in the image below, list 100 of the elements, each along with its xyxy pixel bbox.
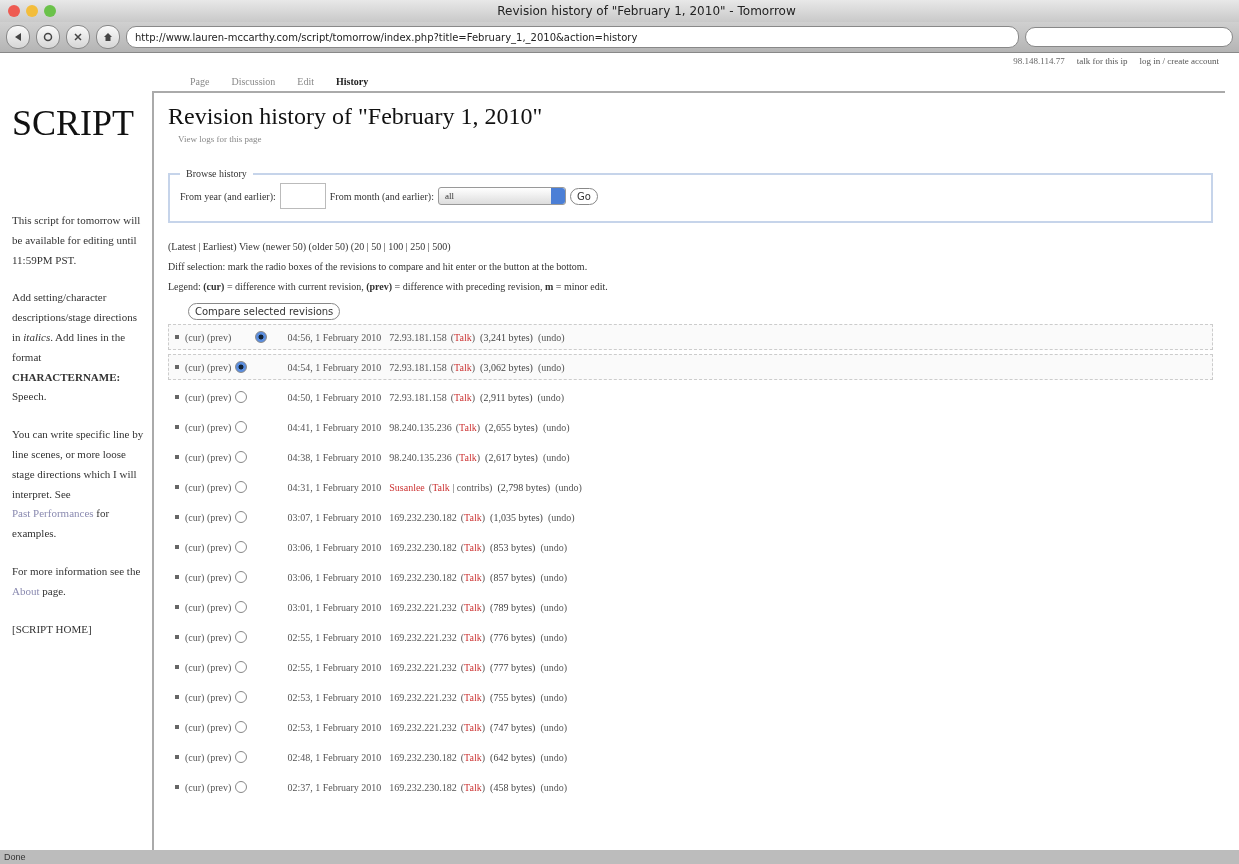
reload-button[interactable] — [36, 25, 60, 49]
user-tool-links[interactable]: (Talk | contribs) — [428, 481, 493, 493]
revision-time[interactable]: 04:41, 1 February 2010 — [287, 421, 382, 433]
revision-radio[interactable] — [235, 691, 248, 703]
prev-link[interactable]: (prev) — [206, 781, 232, 793]
cur-link[interactable]: (cur) — [185, 631, 205, 643]
revision-radio[interactable] — [255, 331, 268, 343]
prev-link[interactable]: (prev) — [206, 361, 232, 373]
undo-link[interactable]: (undo) — [537, 331, 565, 343]
revision-time[interactable]: 02:48, 1 February 2010 — [287, 751, 382, 763]
revision-time[interactable]: 02:53, 1 February 2010 — [287, 691, 382, 703]
user-name[interactable]: 169.232.221.232 — [389, 721, 457, 733]
prev-link[interactable]: (prev) — [206, 541, 232, 553]
page-tab[interactable]: Page — [190, 76, 210, 87]
cur-link[interactable]: (cur) — [185, 751, 205, 763]
user-name[interactable]: 169.232.230.182 — [389, 781, 457, 793]
search-field[interactable] — [1025, 27, 1233, 47]
user-name[interactable]: 169.232.221.232 — [389, 631, 457, 643]
revision-time[interactable]: 04:50, 1 February 2010 — [287, 391, 382, 403]
revision-radio[interactable] — [235, 421, 248, 433]
revision-radio[interactable] — [235, 601, 248, 613]
cur-link[interactable]: (cur) — [185, 421, 205, 433]
user-name[interactable]: 169.232.230.182 — [389, 541, 457, 553]
month-select[interactable]: all — [437, 187, 566, 205]
undo-link[interactable]: (undo) — [540, 631, 568, 643]
revision-radio[interactable] — [235, 481, 248, 493]
prev-link[interactable]: (prev) — [206, 721, 232, 733]
revision-time[interactable]: 03:06, 1 February 2010 — [287, 541, 382, 553]
user-tool-links[interactable]: (Talk) — [460, 661, 486, 673]
prev-link[interactable]: (prev) — [206, 331, 232, 343]
undo-link[interactable]: (undo) — [540, 661, 568, 673]
prev-link[interactable]: (prev) — [206, 571, 232, 583]
prev-link[interactable]: (prev) — [206, 511, 232, 523]
undo-link[interactable]: (undo) — [547, 511, 575, 523]
user-name[interactable]: 98.240.135.236 — [389, 421, 452, 433]
revision-radio[interactable] — [235, 571, 248, 583]
revision-radio[interactable] — [235, 631, 248, 643]
cur-link[interactable]: (cur) — [185, 541, 205, 553]
user-name[interactable]: 98.240.135.236 — [389, 451, 452, 463]
personal-link[interactable]: talk for this ip — [1076, 56, 1128, 66]
revision-time[interactable]: 04:38, 1 February 2010 — [287, 451, 382, 463]
page-tab[interactable]: Edit — [297, 76, 315, 87]
home-link[interactable]: [SCRIPT HOME] — [12, 619, 144, 640]
user-tool-links[interactable]: (Talk) — [460, 541, 486, 553]
logs-link[interactable]: View logs for this page — [178, 134, 1213, 144]
revision-time[interactable]: 02:53, 1 February 2010 — [287, 721, 382, 733]
user-name[interactable]: 169.232.221.232 — [389, 691, 457, 703]
user-name[interactable]: 72.93.181.158 — [389, 361, 447, 373]
personal-link[interactable]: log in / create account — [1139, 56, 1219, 66]
undo-link[interactable]: (undo) — [540, 721, 568, 733]
cur-link[interactable]: (cur) — [185, 691, 205, 703]
revision-radio[interactable] — [235, 541, 248, 553]
revision-time[interactable]: 02:55, 1 February 2010 — [287, 631, 382, 643]
sidebar-link[interactable]: Past Performances — [12, 507, 94, 520]
undo-link[interactable]: (undo) — [540, 691, 568, 703]
undo-link[interactable]: (undo) — [555, 481, 582, 493]
user-tool-links[interactable]: (Talk) — [455, 421, 481, 433]
cur-link[interactable]: (cur) — [185, 721, 205, 733]
revision-radio[interactable] — [235, 391, 248, 403]
user-name[interactable]: 169.232.221.232 — [389, 601, 457, 613]
undo-link[interactable]: (undo) — [542, 451, 570, 463]
back-button[interactable] — [6, 25, 30, 49]
window-control-icon[interactable] — [44, 5, 56, 17]
user-name[interactable]: 169.232.230.182 — [389, 751, 457, 763]
prev-link[interactable]: (prev) — [206, 391, 232, 403]
prev-link[interactable]: (prev) — [206, 661, 232, 673]
user-name[interactable]: 169.232.230.182 — [389, 511, 457, 523]
cur-link[interactable]: (cur) — [185, 511, 205, 523]
user-tool-links[interactable]: (Talk) — [450, 361, 476, 373]
revision-radio[interactable] — [235, 451, 248, 463]
user-tool-links[interactable]: (Talk) — [450, 331, 476, 343]
year-field[interactable] — [279, 183, 326, 209]
revision-time[interactable]: 04:56, 1 February 2010 — [287, 331, 382, 343]
page-tab[interactable]: History — [336, 76, 369, 87]
revision-time[interactable]: 04:54, 1 February 2010 — [287, 361, 382, 373]
revision-radio[interactable] — [235, 361, 248, 373]
prev-link[interactable]: (prev) — [206, 751, 232, 763]
cur-link[interactable]: (cur) — [185, 661, 205, 673]
revision-time[interactable]: 02:55, 1 February 2010 — [287, 661, 382, 673]
sidebar-link[interactable]: About — [12, 584, 40, 597]
user-tool-links[interactable]: (Talk) — [460, 601, 486, 613]
cur-link[interactable]: (cur) — [185, 481, 205, 493]
revision-radio[interactable] — [235, 781, 248, 793]
cur-link[interactable]: (cur) — [185, 391, 205, 403]
user-tool-links[interactable]: (Talk) — [450, 391, 476, 403]
revision-time[interactable]: 03:01, 1 February 2010 — [287, 601, 382, 613]
page-tab[interactable]: Discussion — [231, 76, 276, 87]
prev-link[interactable]: (prev) — [206, 451, 232, 463]
undo-link[interactable]: (undo) — [540, 541, 568, 553]
revision-radio[interactable] — [235, 511, 248, 523]
user-tool-links[interactable]: (Talk) — [460, 511, 486, 523]
undo-link[interactable]: (undo) — [542, 421, 570, 433]
cur-link[interactable]: (cur) — [185, 451, 205, 463]
prev-link[interactable]: (prev) — [206, 481, 232, 493]
revision-time[interactable]: 02:37, 1 February 2010 — [287, 781, 382, 793]
cur-link[interactable]: (cur) — [185, 361, 205, 373]
user-name[interactable]: 72.93.181.158 — [389, 391, 447, 403]
prev-link[interactable]: (prev) — [206, 601, 232, 613]
user-tool-links[interactable]: (Talk) — [460, 751, 486, 763]
user-name[interactable]: 169.232.221.232 — [389, 661, 457, 673]
